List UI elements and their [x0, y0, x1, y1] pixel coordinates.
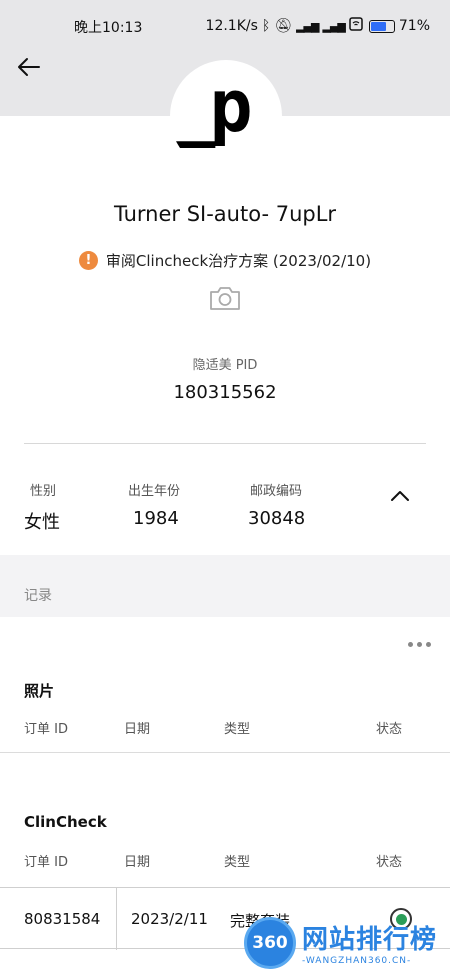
signal-icon: ▂▄▆	[322, 19, 345, 33]
more-dots-icon	[408, 641, 413, 647]
gender-value: 女性	[24, 512, 60, 533]
divider	[24, 443, 426, 444]
clincheck-col-status: 状态	[376, 855, 403, 870]
net-speed: 12.1K/s	[205, 18, 258, 34]
status-time: 晚上10:13	[74, 20, 143, 36]
status-indicators: 12.1K/s ᛒ 🔕︎ ▂▄▆ ▂▄▆ 71%	[206, 17, 430, 35]
warning-icon: !	[78, 251, 98, 270]
pid-label: 隐适美 PID	[192, 358, 258, 373]
avatar-initials: _p	[172, 64, 253, 148]
zip-code-value: 30848	[248, 508, 306, 529]
watermark-subtitle: -WANGZHAN360.CN-	[302, 956, 412, 966]
treatment-status-text: 审阅Clincheck治疗方案 (2023/02/10)	[105, 252, 372, 270]
clincheck-col-order-id: 订单 ID	[24, 855, 68, 870]
camera-button[interactable]	[208, 284, 242, 312]
order-id-cell: 80831584	[24, 910, 101, 928]
zip-code-label: 邮政编码	[250, 484, 303, 499]
battery-icon	[368, 19, 395, 33]
birth-year-value: 1984	[133, 508, 179, 529]
bluetooth-icon: ᛒ	[261, 18, 271, 34]
photos-col-status: 状态	[376, 722, 403, 737]
patient-name: Turner SI-auto- 7upLr	[113, 202, 337, 226]
photos-col-date: 日期	[124, 722, 151, 737]
photos-col-order-id: 订单 ID	[24, 722, 68, 737]
back-button[interactable]	[14, 52, 44, 82]
photos-table-divider	[0, 752, 450, 753]
gender-label: 性别	[30, 484, 57, 499]
treatment-status[interactable]: ! 审阅Clincheck治疗方案 (2023/02/10)	[0, 250, 450, 271]
clincheck-col-type: 类型	[224, 855, 251, 870]
more-options-button[interactable]	[408, 638, 436, 650]
signal-icon: ▂▄▆	[296, 19, 319, 33]
cell-separator	[116, 888, 117, 950]
status-bar: 晚上10:13 12.1K/s ᛒ 🔕︎ ▂▄▆ ▂▄▆ 71%	[0, 0, 450, 52]
records-header-band	[0, 555, 450, 617]
photos-col-type: 类型	[224, 722, 251, 737]
site-watermark: 360 网站排行榜 -WANGZHAN360.CN-	[244, 910, 450, 975]
date-cell: 2023/2/11	[131, 910, 208, 928]
avatar: _p	[170, 60, 282, 172]
photos-section-title: 照片	[24, 682, 55, 700]
watermark-title: 网站排行榜	[302, 925, 438, 955]
watermark-badge: 360	[244, 916, 296, 969]
birth-year-label: 出生年份	[128, 484, 181, 499]
battery-level-fill	[370, 21, 386, 31]
camera-icon	[210, 287, 240, 310]
battery-percent: 71%	[398, 18, 430, 34]
clincheck-col-date: 日期	[124, 855, 151, 870]
records-label: 记录	[24, 588, 52, 604]
collapse-button[interactable]	[386, 484, 414, 508]
arrow-left-icon	[18, 58, 40, 76]
chevron-up-icon	[391, 491, 409, 501]
clincheck-section-title: ClinCheck	[24, 813, 107, 831]
wifi-icon	[349, 17, 363, 35]
mute-icon: 🔕︎	[274, 18, 293, 34]
pid-value: 180315562	[173, 382, 277, 403]
